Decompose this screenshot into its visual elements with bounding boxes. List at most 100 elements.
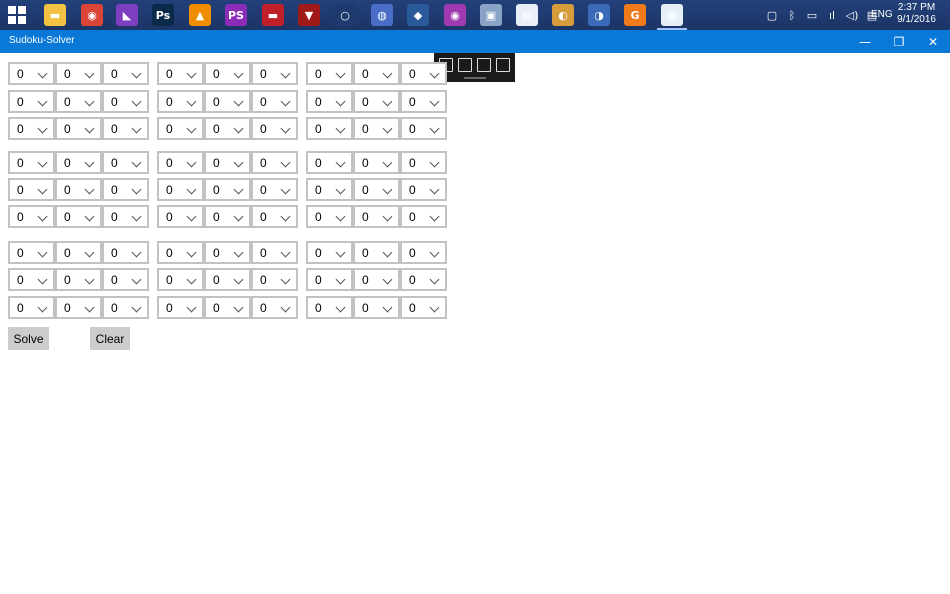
- cell-dropdown[interactable]: 0: [8, 90, 55, 113]
- cell-dropdown[interactable]: 0: [55, 62, 102, 85]
- sudoku-app-icon[interactable]: ▦: [657, 4, 687, 30]
- cell-dropdown[interactable]: 0: [400, 241, 447, 264]
- cell-dropdown[interactable]: 0: [306, 117, 353, 140]
- cell-dropdown[interactable]: 0: [157, 268, 204, 291]
- windows-start-button[interactable]: [8, 6, 26, 24]
- cell-dropdown[interactable]: 0: [306, 296, 353, 319]
- cell-dropdown[interactable]: 0: [251, 90, 298, 113]
- close-button[interactable]: ✕: [916, 30, 950, 53]
- cell-dropdown[interactable]: 0: [353, 151, 400, 174]
- cell-dropdown[interactable]: 0: [251, 296, 298, 319]
- cell-dropdown[interactable]: 0: [353, 90, 400, 113]
- clock[interactable]: 2:37 PM 9/1/2016: [897, 2, 936, 26]
- cell-dropdown[interactable]: 0: [102, 90, 149, 113]
- select-element-icon[interactable]: [458, 58, 472, 72]
- cell-dropdown[interactable]: 0: [157, 117, 204, 140]
- cell-dropdown[interactable]: 0: [102, 151, 149, 174]
- cell-dropdown[interactable]: 0: [400, 90, 447, 113]
- cell-dropdown[interactable]: 0: [400, 117, 447, 140]
- cell-dropdown[interactable]: 0: [251, 62, 298, 85]
- cell-dropdown[interactable]: 0: [353, 205, 400, 228]
- cell-dropdown[interactable]: 0: [8, 151, 55, 174]
- document-app-icon[interactable]: ▤: [516, 4, 538, 26]
- cell-dropdown[interactable]: 0: [400, 151, 447, 174]
- cell-dropdown[interactable]: 0: [102, 241, 149, 264]
- track-focus-icon[interactable]: [496, 58, 510, 72]
- cell-dropdown[interactable]: 0: [55, 268, 102, 291]
- cell-dropdown[interactable]: 0: [157, 178, 204, 201]
- cell-dropdown[interactable]: 0: [353, 241, 400, 264]
- file-explorer-icon[interactable]: ▬: [44, 4, 66, 26]
- cell-dropdown[interactable]: 0: [8, 62, 55, 85]
- cell-dropdown[interactable]: 0: [8, 268, 55, 291]
- cell-dropdown[interactable]: 0: [306, 241, 353, 264]
- cell-dropdown[interactable]: 0: [102, 296, 149, 319]
- cell-dropdown[interactable]: 0: [55, 117, 102, 140]
- cell-dropdown[interactable]: 0: [55, 178, 102, 201]
- language-indicator[interactable]: ENG: [871, 9, 893, 20]
- bluetooth-icon[interactable]: ᛒ: [786, 9, 798, 22]
- cell-dropdown[interactable]: 0: [353, 117, 400, 140]
- graduation-app-icon[interactable]: ▼: [298, 4, 320, 26]
- cell-dropdown[interactable]: 0: [353, 62, 400, 85]
- orange-app-icon[interactable]: G: [624, 4, 646, 26]
- battery-icon[interactable]: ▭: [806, 9, 818, 22]
- cell-dropdown[interactable]: 0: [251, 151, 298, 174]
- cell-dropdown[interactable]: 0: [8, 178, 55, 201]
- restore-button[interactable]: ❐: [882, 30, 916, 53]
- cell-dropdown[interactable]: 0: [8, 205, 55, 228]
- toolbar-grip[interactable]: [464, 77, 486, 79]
- cell-dropdown[interactable]: 0: [204, 151, 251, 174]
- cell-dropdown[interactable]: 0: [157, 62, 204, 85]
- cell-dropdown[interactable]: 0: [353, 268, 400, 291]
- cell-dropdown[interactable]: 0: [157, 296, 204, 319]
- cell-dropdown[interactable]: 0: [102, 178, 149, 201]
- cell-dropdown[interactable]: 0: [157, 205, 204, 228]
- cell-dropdown[interactable]: 0: [204, 296, 251, 319]
- cell-dropdown[interactable]: 0: [400, 178, 447, 201]
- cell-dropdown[interactable]: 0: [306, 90, 353, 113]
- vlc-icon[interactable]: ▲: [189, 4, 211, 26]
- cell-dropdown[interactable]: 0: [157, 151, 204, 174]
- cell-dropdown[interactable]: 0: [400, 296, 447, 319]
- cell-dropdown[interactable]: 0: [102, 205, 149, 228]
- cell-dropdown[interactable]: 0: [8, 117, 55, 140]
- cell-dropdown[interactable]: 0: [251, 178, 298, 201]
- globe-app-icon[interactable]: ◑: [588, 4, 610, 26]
- eye-app-icon[interactable]: ◆: [407, 4, 429, 26]
- cell-dropdown[interactable]: 0: [251, 117, 298, 140]
- cell-dropdown[interactable]: 0: [251, 241, 298, 264]
- volume-icon[interactable]: ◁): [846, 9, 859, 22]
- cell-dropdown[interactable]: 0: [353, 296, 400, 319]
- cell-dropdown[interactable]: 0: [55, 151, 102, 174]
- paint-app-icon[interactable]: ◐: [552, 4, 574, 26]
- cell-dropdown[interactable]: 0: [157, 90, 204, 113]
- solve-button[interactable]: Solve: [8, 327, 49, 350]
- cell-dropdown[interactable]: 0: [102, 62, 149, 85]
- chrome-icon[interactable]: ◉: [81, 4, 103, 26]
- network-app-icon[interactable]: ▣: [480, 4, 502, 26]
- cell-dropdown[interactable]: 0: [400, 205, 447, 228]
- cell-dropdown[interactable]: 0: [400, 62, 447, 85]
- cell-dropdown[interactable]: 0: [204, 90, 251, 113]
- cell-dropdown[interactable]: 0: [55, 296, 102, 319]
- book-app-icon[interactable]: ▬: [262, 4, 284, 26]
- cell-dropdown[interactable]: 0: [251, 205, 298, 228]
- purple-app-icon[interactable]: ◉: [444, 4, 466, 26]
- cell-dropdown[interactable]: 0: [400, 268, 447, 291]
- cell-dropdown[interactable]: 0: [306, 62, 353, 85]
- cell-dropdown[interactable]: 0: [204, 117, 251, 140]
- note-icon[interactable]: ▢: [766, 9, 778, 22]
- cell-dropdown[interactable]: 0: [204, 62, 251, 85]
- cell-dropdown[interactable]: 0: [8, 241, 55, 264]
- cell-dropdown[interactable]: 0: [55, 90, 102, 113]
- cell-dropdown[interactable]: 0: [204, 205, 251, 228]
- cell-dropdown[interactable]: 0: [8, 296, 55, 319]
- cell-dropdown[interactable]: 0: [204, 268, 251, 291]
- cell-dropdown[interactable]: 0: [204, 178, 251, 201]
- magnifier-icon[interactable]: ○: [334, 4, 356, 26]
- cell-dropdown[interactable]: 0: [204, 241, 251, 264]
- cell-dropdown[interactable]: 0: [306, 151, 353, 174]
- cell-dropdown[interactable]: 0: [353, 178, 400, 201]
- cell-dropdown[interactable]: 0: [306, 205, 353, 228]
